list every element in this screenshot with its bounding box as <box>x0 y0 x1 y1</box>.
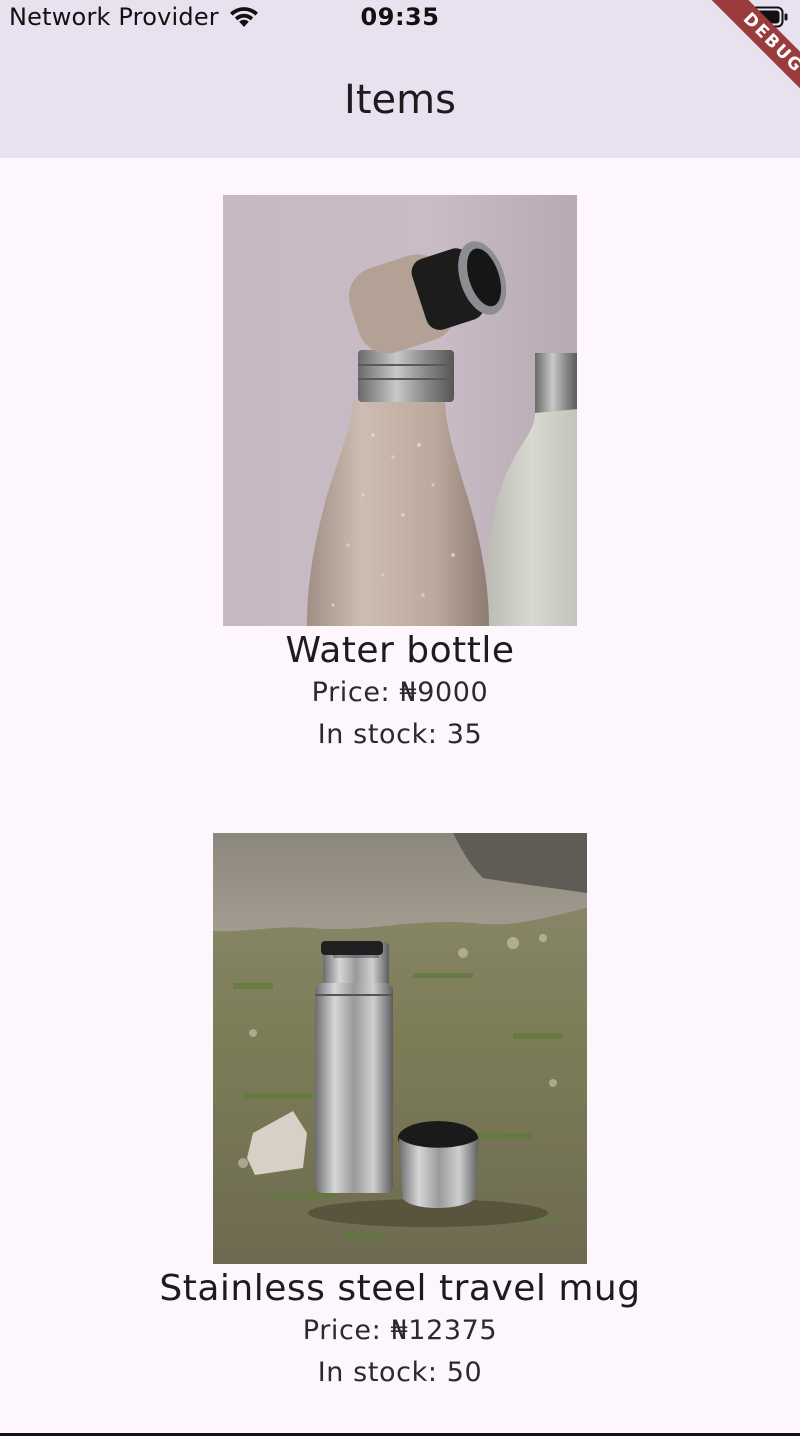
debug-label: DEBUG <box>707 0 800 109</box>
water-bottle-image <box>223 195 577 626</box>
list-item: Water bottle Price: ₦9000 In stock: 35 <box>0 195 800 756</box>
item-stock: In stock: 35 <box>317 719 483 750</box>
debug-banner: DEBUG <box>685 0 800 115</box>
page-title: Items <box>344 77 456 123</box>
item-list[interactable]: Water bottle Price: ₦9000 In stock: 35 S… <box>0 158 800 1428</box>
item-price: Price: ₦9000 <box>311 677 489 708</box>
list-item: Stainless steel travel mug Price: ₦12375… <box>0 833 800 1394</box>
item-name: Stainless steel travel mug <box>159 1268 641 1309</box>
status-bar: Network Provider 09:35 <box>0 0 800 36</box>
status-time: 09:35 <box>360 3 440 31</box>
travel-mug-image <box>213 833 587 1264</box>
item-stock: In stock: 50 <box>317 1357 483 1388</box>
item-price: Price: ₦12375 <box>302 1315 498 1346</box>
item-name: Water bottle <box>285 630 515 671</box>
